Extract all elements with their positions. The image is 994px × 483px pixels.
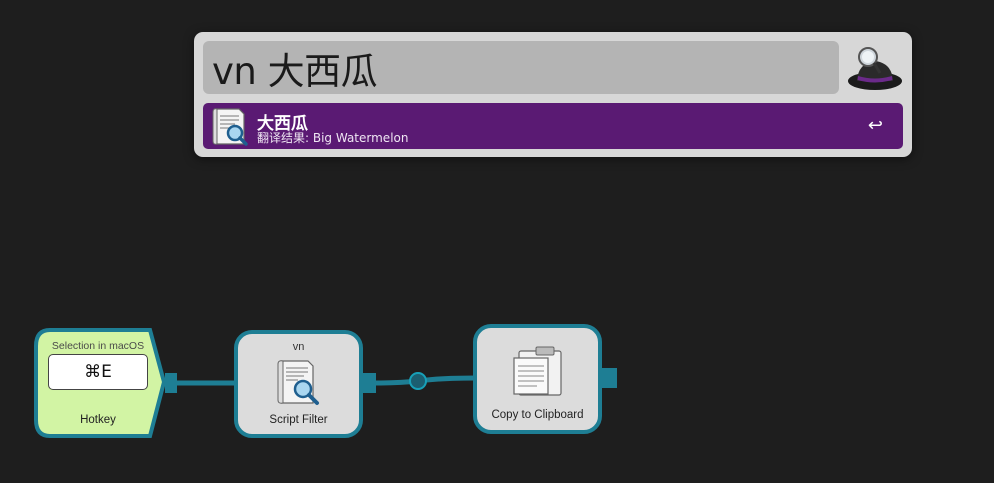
clipboard-icon (513, 346, 562, 396)
script-filter-keyword: vn (292, 341, 305, 353)
clipboard-output-port[interactable] (601, 368, 617, 388)
hotkey-shortcut-field[interactable]: ⌘E (48, 354, 148, 390)
hotkey-node-label: Hotkey (80, 414, 116, 426)
script-filter-node-label: Script Filter (269, 414, 328, 426)
connection-midpoint-handle[interactable] (409, 372, 427, 390)
hotkey-output-port[interactable] (165, 373, 177, 393)
hotkey-argument-label: Selection in macOS (51, 340, 145, 352)
clipboard-node-label: Copy to Clipboard (491, 409, 584, 421)
script-filter-icon (277, 360, 319, 405)
script-filter-output-port[interactable] (362, 373, 376, 393)
